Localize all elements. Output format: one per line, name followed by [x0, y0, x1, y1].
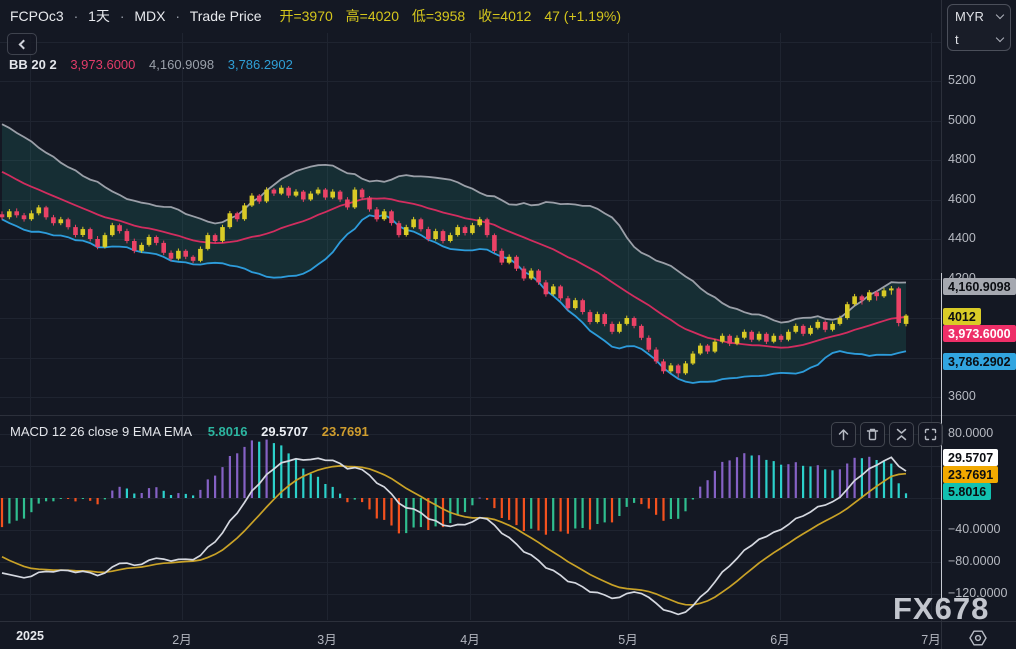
bb-lower-value: 3,786.2902	[227, 57, 293, 72]
settings-button[interactable]	[964, 628, 992, 649]
macd-line-value: 29.5707	[261, 424, 309, 439]
time-tick-label: 6月	[770, 633, 790, 647]
axis-tick-label: 4600	[948, 191, 976, 206]
axis-tick-label: −80.0000	[948, 554, 1001, 568]
back-button[interactable]	[7, 33, 37, 55]
collapse-pane-button[interactable]	[889, 422, 914, 447]
chevron-down-icon	[995, 33, 1005, 43]
separator-dot: ·	[73, 8, 79, 24]
unit-value: t	[955, 32, 959, 47]
open-value: 开=3970	[279, 8, 333, 24]
separator-dot: ·	[175, 8, 181, 24]
bb-upper-price-label: 4,160.9098	[943, 278, 1016, 295]
axis-tick-label: 4400	[948, 231, 976, 245]
currency-unit-selector: MYR t	[947, 4, 1011, 51]
series-type-label: Trade Price	[189, 8, 262, 24]
time-tick-label: 7月	[921, 633, 941, 647]
time-tick-label: 2025	[16, 629, 44, 643]
time-tick-label: 5月	[618, 633, 638, 647]
close-value: 收=4012	[478, 8, 532, 24]
axis-tick-label: 80.0000	[948, 426, 994, 440]
time-axis[interactable]: 2025 2月 3月 4月 5月 6月 7月	[0, 622, 941, 649]
symbol-name[interactable]: FCPOc3	[10, 8, 64, 24]
price-axis[interactable]: 520050004800460044004200360080.0000−40.0…	[942, 0, 1016, 621]
separator-dot: ·	[119, 8, 125, 24]
collapse-icon	[896, 428, 907, 441]
macd-signal-value: 23.7691	[321, 424, 369, 439]
interval-label[interactable]: 1天	[88, 8, 110, 24]
move-pane-up-button[interactable]	[831, 422, 856, 447]
low-value: 低=3958	[411, 8, 466, 24]
bb-basis-price-label: 3,973.6000	[943, 325, 1016, 342]
axis-tick-label: −40.0000	[948, 522, 1001, 536]
bb-indicator-legend[interactable]: BB 20 2 3,973.6000 4,160.9098 3,786.2902	[9, 57, 303, 72]
last-price-label: 4012	[943, 308, 981, 325]
delete-pane-button[interactable]	[860, 422, 885, 447]
macd-indicator-legend[interactable]: MACD 12 26 close 9 EMA EMA 5.8016 29.570…	[10, 424, 379, 439]
macd-legend-title[interactable]: MACD 12 26 close 9 EMA EMA	[10, 424, 192, 439]
currency-dropdown[interactable]: MYR	[948, 5, 1010, 28]
time-tick-label: 3月	[317, 633, 337, 647]
macd-pane-toolbar	[831, 422, 943, 447]
arrow-up-icon	[838, 429, 849, 441]
trash-icon	[866, 428, 879, 441]
chart-canvas[interactable]	[0, 0, 1016, 649]
chevron-left-icon	[18, 39, 29, 50]
exchange-label: MDX	[134, 8, 166, 24]
bb-legend-title[interactable]: BB 20 2	[9, 57, 57, 72]
bb-basis-value: 3,973.6000	[70, 57, 136, 72]
signal-value-label: 23.7691	[943, 466, 999, 483]
axis-tick-label: 4800	[948, 152, 976, 166]
time-tick-label: 4月	[460, 633, 480, 647]
time-tick-label: 2月	[172, 633, 192, 647]
pane-separator[interactable]	[0, 415, 1016, 416]
axis-tick-label: 3600	[948, 389, 976, 403]
axis-tick-label: 5200	[948, 73, 976, 87]
bb-lower-price-label: 3,786.2902	[943, 353, 1016, 370]
trading-chart-app: FCPOc3 · 1天 · MDX · Trade Price 开=3970 高…	[0, 0, 1016, 649]
bb-upper-value: 4,160.9098	[149, 57, 215, 72]
chevron-down-icon	[995, 10, 1005, 20]
fullscreen-pane-button[interactable]	[918, 422, 943, 447]
macd-value-label: 29.5707	[943, 449, 999, 466]
fullscreen-icon	[924, 428, 937, 441]
high-value: 高=4020	[345, 8, 399, 24]
hist-value-label: 5.8016	[943, 483, 992, 500]
change-value: 47 (+1.19%)	[544, 8, 621, 24]
symbol-info-row[interactable]: FCPOc3 · 1天 · MDX · Trade Price 开=3970 高…	[10, 6, 621, 26]
currency-value: MYR	[955, 9, 984, 24]
unit-dropdown[interactable]: t	[948, 28, 1010, 51]
axis-tick-label: 5000	[948, 112, 976, 127]
watermark: FX678	[893, 591, 990, 626]
gear-icon	[969, 630, 987, 646]
macd-hist-value: 5.8016	[207, 424, 248, 439]
